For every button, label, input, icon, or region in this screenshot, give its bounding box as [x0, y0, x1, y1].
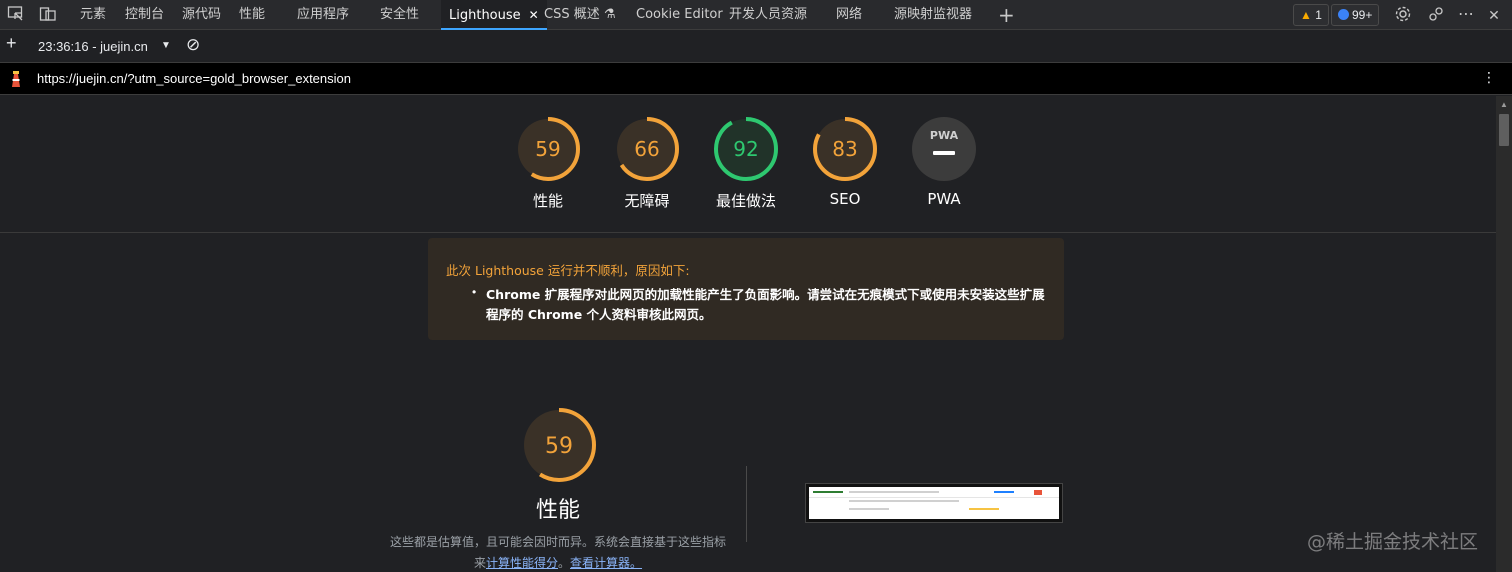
score-value: 66 [634, 137, 659, 161]
tab-performance[interactable]: 性能 [239, 0, 265, 30]
report-selector[interactable]: 23:36:16 - juejin.cn [38, 39, 148, 54]
lighthouse-logo-icon [12, 71, 20, 87]
gauge-label: 无障碍 [624, 192, 670, 210]
close-devtools-icon[interactable]: ✕ [1484, 5, 1504, 25]
page-screenshot-thumbnail[interactable] [806, 484, 1062, 522]
tab-application[interactable]: 应用程序 [297, 0, 349, 30]
warning-title: 此次 Lighthouse 运行并不顺利，原因如下: [446, 263, 690, 278]
warning-icon: ▲ [1300, 8, 1312, 22]
scrollbar-thumb[interactable] [1499, 114, 1509, 146]
score-gauge-seo[interactable]: 83 SEO [811, 116, 879, 208]
warnings-badge[interactable]: ▲ 1 [1293, 4, 1329, 26]
score-gauge-best-practices[interactable]: 92 最佳做法 [712, 116, 780, 211]
section-divider [0, 232, 1496, 233]
gauge-ring: 59 [516, 117, 580, 181]
new-report-icon[interactable]: + [6, 33, 17, 54]
tab-lighthouse[interactable]: Lighthouse ✕ [441, 0, 547, 30]
score-value: 59 [545, 434, 573, 459]
score-value: 83 [832, 137, 857, 161]
gauge-ring: 92 [714, 117, 778, 181]
settings-gear-icon[interactable] [1393, 5, 1413, 25]
issues-icon [1338, 9, 1349, 20]
gauge-label: 最佳做法 [715, 192, 776, 210]
performance-title: 性能 [535, 498, 580, 523]
issues-count: 99+ [1352, 8, 1373, 22]
score-gauge-pwa[interactable]: PWA PWA [910, 116, 978, 208]
url-bar: https://juejin.cn/?utm_source=gold_brows… [0, 63, 1512, 95]
tab-network[interactable]: 网络 [836, 0, 862, 30]
score-gauge-performance[interactable]: 59 性能 [514, 116, 582, 211]
vertical-separator [746, 466, 747, 542]
performance-big-gauge: 59 [520, 406, 598, 484]
gauge-ring: 66 [615, 117, 679, 181]
gauge-ring: 83 [813, 117, 877, 181]
desc-separator: 。 [558, 556, 571, 570]
page-url: https://juejin.cn/?utm_source=gold_brows… [37, 71, 351, 86]
gauge-label: PWA [927, 190, 961, 208]
calculate-score-link[interactable]: 计算性能得分 [486, 556, 558, 570]
watermark: @稀土掘金技术社区 [1306, 531, 1478, 553]
device-toolbar-icon[interactable] [38, 5, 58, 25]
tab-lighthouse-label: Lighthouse [449, 8, 521, 23]
tab-cookie-editor[interactable]: Cookie Editor [636, 0, 723, 30]
pwa-badge-text: PWA [930, 129, 959, 142]
warning-item: Chrome 扩展程序对此网页的加载性能产生了负面影响。请尝试在无痕模式下或使用… [486, 287, 1045, 322]
score-value: 59 [535, 137, 560, 161]
score-gauge-accessibility[interactable]: 66 无障碍 [613, 116, 681, 211]
performance-description: 这些都是估算值，且可能会因时而异。系统会直接基于这些指标来计算性能得分。查看计算… [388, 532, 728, 572]
chevron-down-icon[interactable]: ▼ [161, 40, 171, 51]
view-calculator-link[interactable]: 查看计算器。 [570, 556, 642, 570]
vertical-scrollbar[interactable]: ▲ [1496, 96, 1512, 572]
feedback-icon[interactable] [1426, 5, 1446, 25]
tab-source-map-monitor[interactable]: 源映射监视器 [894, 0, 972, 30]
run-warning-box: 此次 Lighthouse 运行并不顺利，原因如下: • Chrome 扩展程序… [428, 238, 1064, 340]
scroll-up-icon[interactable]: ▲ [1500, 100, 1508, 109]
gauge-ring: 59 [522, 408, 596, 482]
tab-developer-resources[interactable]: 开发人员资源 [729, 0, 807, 30]
tab-sources[interactable]: 源代码 [182, 0, 221, 30]
tab-css-overview[interactable]: CSS 概述 ⚗ [544, 0, 616, 30]
score-value: 92 [733, 137, 758, 161]
clear-icon[interactable]: ⊘ [186, 35, 200, 55]
url-menu-icon[interactable]: ⋮ [1482, 69, 1496, 86]
warnings-count: 1 [1315, 8, 1322, 22]
add-tab-icon[interactable]: + [998, 0, 1015, 30]
tab-security[interactable]: 安全性 [380, 0, 419, 30]
inspect-element-icon[interactable] [6, 5, 26, 25]
more-options-icon[interactable]: ⋯ [1456, 5, 1476, 25]
issues-badge[interactable]: 99+ [1331, 4, 1380, 26]
bullet-icon: • [472, 285, 477, 299]
tab-elements[interactable]: 元素 [80, 0, 106, 30]
close-icon[interactable]: ✕ [529, 8, 539, 22]
report-content: 59 性能 66 无障碍 92 最佳做法 83 SEO PWA PWA 此次 L… [0, 96, 1496, 572]
gauge-label: SEO [829, 190, 861, 208]
pwa-badge-icon: PWA [912, 117, 976, 181]
lighthouse-toolbar: + 23:36:16 - juejin.cn ▼ ⊘ [0, 31, 1512, 63]
tab-console[interactable]: 控制台 [125, 0, 164, 30]
gauge-label: 性能 [532, 192, 563, 210]
devtools-tabbar: 元素 控制台 源代码 性能 应用程序 安全性 Lighthouse ✕ CSS 概… [0, 0, 1512, 30]
